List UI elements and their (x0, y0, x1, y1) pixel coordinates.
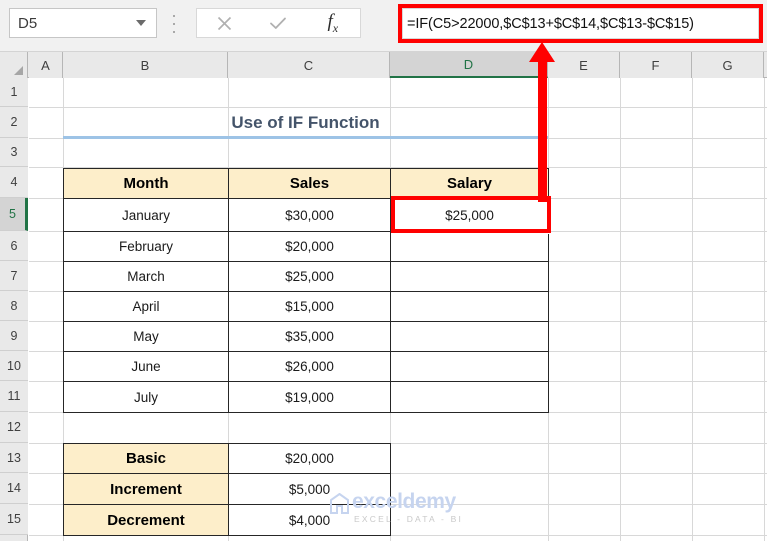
formula-bar-grip[interactable] (172, 15, 176, 33)
cell-sales[interactable]: $19,000 (228, 381, 391, 413)
column-header-f[interactable]: F (620, 52, 692, 78)
annotation-arrow-shaft (538, 60, 547, 202)
cell-param-value[interactable]: $5,000 (228, 473, 391, 505)
title-underline (63, 136, 548, 139)
cell-sales[interactable]: $20,000 (228, 231, 391, 262)
select-all-triangle-icon (14, 66, 23, 75)
cell-salary[interactable] (390, 351, 549, 382)
row-header-15[interactable]: 15 (0, 504, 28, 535)
row-header-10[interactable]: 10 (0, 351, 28, 381)
cell-month[interactable]: April (63, 291, 229, 322)
column-header-a[interactable]: A (29, 52, 63, 78)
row-header-9[interactable]: 9 (0, 321, 28, 351)
cell-sales[interactable]: $25,000 (228, 261, 391, 292)
table-row[interactable]: May $35,000 (63, 321, 549, 352)
row-header-column: 1 2 3 4 5 6 7 8 9 10 11 12 13 14 15 (0, 78, 28, 541)
row-header-1[interactable]: 1 (0, 78, 28, 107)
cell-salary[interactable] (390, 291, 549, 322)
cell-salary[interactable] (390, 231, 549, 262)
cell-month[interactable]: June (63, 351, 229, 382)
up-arrow-annotation (529, 42, 555, 62)
column-header-row: ABCDEFG (0, 52, 767, 78)
table-row[interactable]: March $25,000 (63, 261, 549, 292)
gridline-vertical (692, 78, 693, 541)
grip-dot (173, 15, 175, 17)
row-header-4[interactable]: 4 (0, 167, 28, 198)
fill-handle[interactable] (545, 228, 551, 234)
table-row[interactable]: Basic $20,000 (63, 443, 391, 474)
cell-param-label[interactable]: Increment (63, 473, 229, 505)
table-header-row: Month Sales Salary (63, 168, 549, 199)
cell-param-value[interactable]: $20,000 (228, 443, 391, 474)
sheet-title: Use of IF Function (231, 112, 380, 132)
row-header-7[interactable]: 7 (0, 261, 28, 291)
table-row[interactable]: July $19,000 (63, 381, 549, 413)
row-header-5[interactable]: 5 (0, 198, 28, 231)
table-row[interactable]: June $26,000 (63, 351, 549, 382)
cell-month[interactable]: February (63, 231, 229, 262)
row-header-12[interactable]: 12 (0, 412, 28, 443)
cell-sales[interactable]: $15,000 (228, 291, 391, 322)
column-header-salary[interactable]: Salary (390, 168, 549, 199)
cell-param-value[interactable]: $4,000 (228, 504, 391, 536)
parameters-table: Basic $20,000 Increment $5,000 Decrement… (63, 443, 391, 536)
main-data-table: Month Sales Salary January $30,000 $25,0… (63, 168, 549, 413)
formula-input-highlight: =IF(C5>22000,$C$13+$C$14,$C$13-$C$15) (398, 4, 763, 43)
column-header-g[interactable]: G (692, 52, 764, 78)
cell-month[interactable]: March (63, 261, 229, 292)
gridline-vertical (764, 78, 765, 541)
row-header-14[interactable]: 14 (0, 473, 28, 504)
row-header-3[interactable]: 3 (0, 138, 28, 167)
cell-salary[interactable] (390, 381, 549, 413)
row-header-13[interactable]: 13 (0, 443, 28, 473)
column-header-b[interactable]: B (63, 52, 228, 78)
fx-icon[interactable]: fx (306, 9, 360, 37)
table-row[interactable]: Decrement $4,000 (63, 504, 391, 536)
formula-bar-buttons: fx (196, 8, 361, 38)
cell-param-label[interactable]: Decrement (63, 504, 229, 536)
row-header-11[interactable]: 11 (0, 381, 28, 412)
column-header-d[interactable]: D (390, 52, 548, 78)
select-all-corner[interactable] (0, 52, 28, 78)
cell-month[interactable]: July (63, 381, 229, 413)
table-row[interactable]: February $20,000 (63, 231, 549, 262)
check-icon[interactable] (251, 9, 305, 37)
name-box-value: D5 (18, 14, 38, 32)
cell-param-label[interactable]: Basic (63, 443, 229, 474)
cell-salary[interactable] (390, 261, 549, 292)
formula-input[interactable]: =IF(C5>22000,$C$13+$C$14,$C$13-$C$15) (402, 8, 759, 39)
cell-salary[interactable] (390, 321, 549, 352)
cell-month[interactable]: January (63, 198, 229, 232)
column-header-e[interactable]: E (548, 52, 620, 78)
cell-sales[interactable]: $26,000 (228, 351, 391, 382)
cancel-icon[interactable] (197, 9, 251, 37)
row-header-2[interactable]: 2 (0, 107, 28, 138)
column-header-sales[interactable]: Sales (228, 168, 391, 199)
chevron-down-icon[interactable] (136, 20, 146, 26)
table-row[interactable]: January $30,000 $25,000 (63, 198, 549, 232)
cell-sales[interactable]: $30,000 (228, 198, 391, 232)
table-row[interactable]: April $15,000 (63, 291, 549, 322)
name-box[interactable]: D5 (9, 8, 157, 38)
cell-salary[interactable]: $25,000 (390, 198, 549, 232)
grip-dot (173, 23, 175, 25)
cell-sales[interactable]: $35,000 (228, 321, 391, 352)
gridline-vertical (620, 78, 621, 541)
spreadsheet-grid[interactable]: Use of IF Function Month Sales Salary Ja… (29, 78, 767, 541)
column-header-month[interactable]: Month (63, 168, 229, 199)
row-header-8[interactable]: 8 (0, 291, 28, 321)
cell-month[interactable]: May (63, 321, 229, 352)
formula-bar-strip: D5 fx =IF(C5>22000,$C$13+$C$14,$C$13-$C$… (0, 0, 767, 52)
table-row[interactable]: Increment $5,000 (63, 473, 391, 505)
column-header-c[interactable]: C (228, 52, 390, 78)
grip-dot (173, 31, 175, 33)
row-header-6[interactable]: 6 (0, 231, 28, 261)
